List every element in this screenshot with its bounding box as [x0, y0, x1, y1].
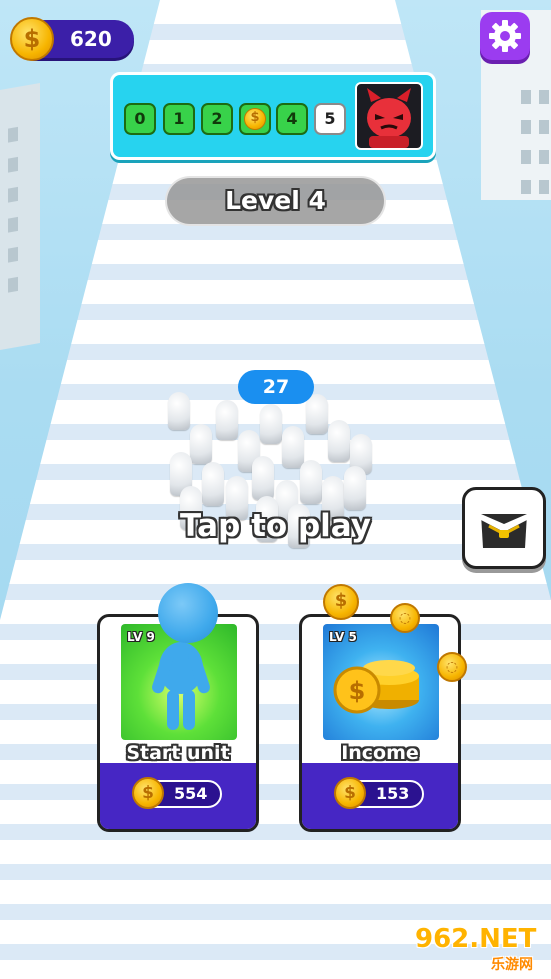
settings-button[interactable] — [480, 12, 530, 60]
upgrade-card-start-unit[interactable]: LV 9 Start unit $ 554 — [97, 614, 259, 832]
svg-text:$: $ — [349, 677, 366, 705]
card-price-bar: $ 153 — [302, 763, 458, 829]
shop-bag-icon — [481, 514, 527, 548]
crowd-unit — [300, 460, 322, 504]
stage-marker-current: 5 — [314, 103, 346, 135]
crowd-unit — [306, 394, 328, 434]
watermark-sub: 乐游网 — [491, 957, 533, 973]
coin-icon: $ — [10, 17, 54, 61]
crowd-unit — [202, 462, 224, 506]
watermark-main: 962.NET — [415, 924, 537, 954]
stage-marker: 4 — [276, 103, 308, 135]
crowd-unit — [260, 404, 282, 444]
card-title: Income — [341, 742, 419, 764]
boss-portrait — [355, 82, 423, 150]
crowd-unit — [190, 424, 212, 464]
coin-counter: $ 620 — [10, 17, 134, 61]
upgrade-price-button[interactable]: $ 153 — [334, 777, 424, 809]
shop-button[interactable] — [462, 487, 546, 569]
blue-runner-head — [158, 583, 218, 643]
stage-marker: 0 — [124, 103, 156, 135]
upgrade-card-income[interactable]: $ LV 5 Income $ 153 — [299, 614, 461, 832]
card-price-bar: $ 554 — [100, 763, 256, 829]
coin-icon: $ — [334, 777, 366, 809]
site-watermark: 962.NET 乐游网 — [405, 924, 545, 974]
stage-marker: 1 — [163, 103, 195, 135]
coin-balance: 620 — [70, 27, 112, 51]
crowd-unit — [252, 456, 274, 500]
upgrade-price: 153 — [376, 784, 410, 803]
crowd-unit — [344, 466, 366, 510]
floating-coin-icon: ◌ — [390, 603, 420, 633]
coin-icon: $ — [244, 108, 266, 130]
devil-icon — [367, 88, 411, 148]
floating-coin-icon: $ — [323, 584, 359, 620]
card-title: Start unit — [126, 742, 230, 764]
coin-stage-marker: $ — [239, 103, 271, 135]
gear-icon — [489, 20, 521, 52]
crowd-unit — [168, 392, 190, 430]
level-indicator: Level 4 — [165, 176, 386, 226]
crowd-unit — [216, 400, 238, 440]
upgrade-price: 554 — [174, 784, 208, 803]
coin-icon: $ — [132, 777, 164, 809]
stage-marker: 2 — [201, 103, 233, 135]
card-level: LV 9 — [127, 630, 155, 644]
floating-coin-icon: ◌ — [437, 652, 467, 682]
card-level: LV 5 — [329, 630, 357, 644]
upgrade-price-button[interactable]: $ 554 — [132, 777, 222, 809]
background-building-left — [0, 82, 40, 358]
crowd-unit — [282, 426, 304, 468]
crowd-unit — [328, 420, 350, 462]
level-progress-panel: 0 1 2 $ 4 5 — [110, 72, 436, 160]
crowd-count-badge: 27 — [238, 370, 314, 404]
